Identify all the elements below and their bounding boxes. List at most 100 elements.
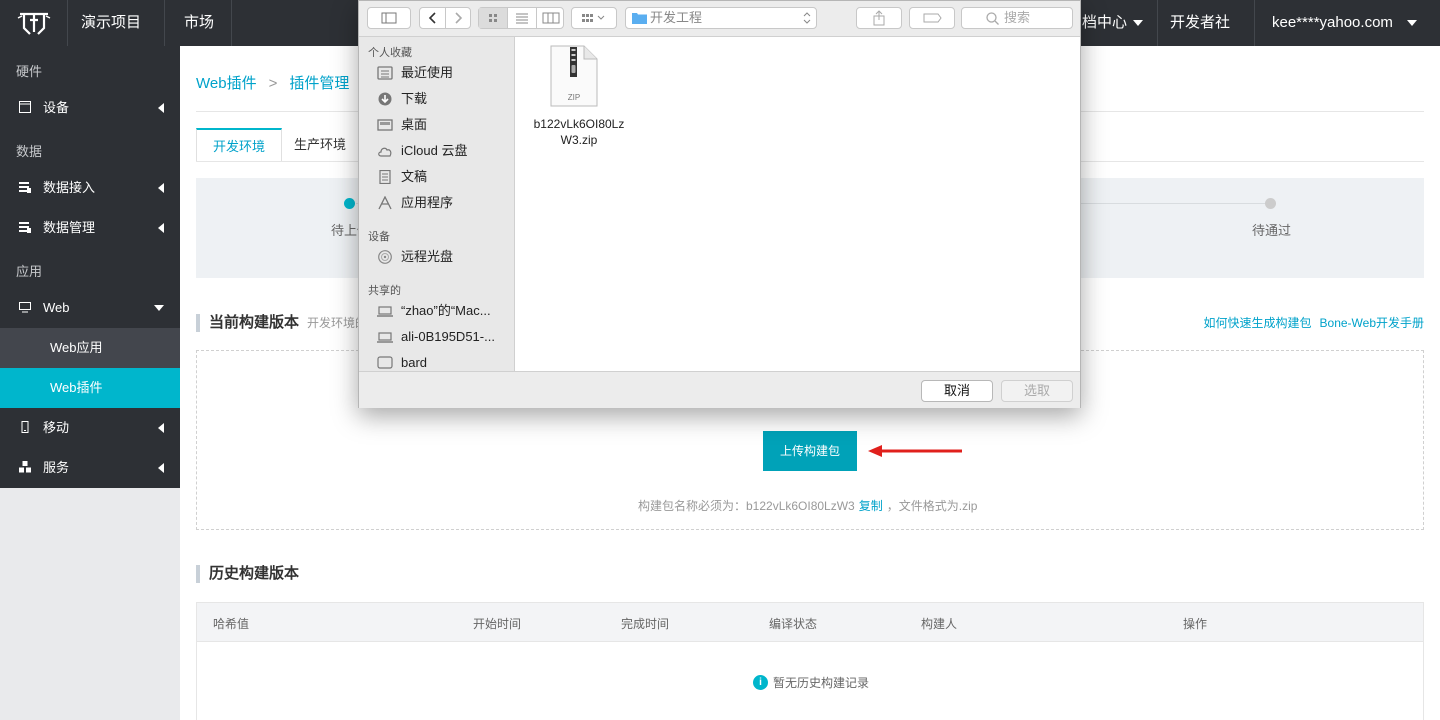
history-title: 历史构建版本	[196, 565, 299, 583]
sidebar-item-service[interactable]: 服务	[0, 448, 180, 488]
project-dropdown[interactable]: 演示项目	[69, 0, 165, 73]
brand-logo[interactable]	[0, 0, 68, 46]
breadcrumb-separator: >	[268, 75, 278, 92]
back-button[interactable]	[420, 8, 446, 28]
sidebar-item-label: 服务	[43, 460, 70, 475]
zip-file-item[interactable]: ZIP b122vLk6OI80Lz W3.zip	[515, 37, 645, 157]
sidebar-item-label: Web插件	[50, 380, 103, 395]
sidebar-footer	[0, 488, 180, 720]
download-icon	[378, 92, 392, 106]
view-mode-buttons	[478, 7, 564, 29]
sidebar-item-web-plugin[interactable]: Web插件	[0, 368, 180, 408]
help-link-build-package[interactable]: 如何快速生成构建包	[1204, 316, 1312, 330]
mobile-icon	[21, 421, 29, 433]
tab-dev-env[interactable]: 开发环境	[196, 128, 283, 162]
chevron-left-icon	[158, 463, 164, 473]
account-dropdown[interactable]: kee****yahoo.com	[1260, 0, 1440, 46]
sidebar-item-label: 移动	[43, 420, 70, 435]
market-label: 市场	[184, 14, 215, 31]
share-icon	[873, 10, 885, 26]
sidebar-item-data-access[interactable]: 数据接入	[0, 168, 180, 208]
laptop-icon	[377, 306, 393, 317]
zip-type-label: ZIP	[567, 93, 581, 102]
column-header-builder: 构建人	[921, 617, 958, 631]
display-icon	[377, 356, 393, 369]
sidebar-item-downloads[interactable]: 下载	[359, 88, 514, 110]
sidebar-item-web-app[interactable]: Web应用	[0, 328, 180, 368]
arrange-button[interactable]	[571, 7, 617, 29]
sidebar-item-data-manage[interactable]: 数据管理	[0, 208, 180, 248]
account-label: kee****yahoo.com	[1272, 14, 1393, 31]
sidebar-item-applications[interactable]: 应用程序	[359, 192, 514, 214]
sidebar-item-label: 数据接入	[43, 180, 96, 195]
info-icon: i	[753, 675, 768, 690]
sidebar-item-shared-ali[interactable]: ali-0B195D51-...	[359, 326, 514, 348]
file-name-line: W3.zip	[560, 133, 598, 147]
breadcrumb-item-plugin-manage[interactable]: 插件管理	[289, 75, 349, 92]
path-selector[interactable]: 开发工程	[625, 7, 817, 29]
chevron-left-icon	[158, 183, 164, 193]
choose-button[interactable]: 选取	[1001, 380, 1073, 402]
docs-label: 档中心	[1082, 14, 1128, 31]
sidebar-item-label: 最近使用	[401, 65, 454, 80]
device-icon	[19, 101, 31, 113]
sidebar-item-device[interactable]: 设备	[0, 88, 180, 128]
column-view-button[interactable]	[537, 8, 565, 28]
column-header-build-status: 编译状态	[769, 617, 818, 631]
chevron-right-icon	[455, 12, 463, 24]
sidebar-item-recents[interactable]: 最近使用	[359, 62, 514, 84]
dialog-sidebar: 个人收藏 最近使用 下载 桌面 iCloud 云盘 文稿 应用程序 设备 远程光…	[359, 37, 515, 371]
folder-icon	[632, 13, 647, 24]
sidebar-section-data: 数据	[16, 144, 43, 159]
list-view-button[interactable]	[508, 8, 537, 28]
upload-build-button[interactable]: 上传构建包	[763, 431, 857, 471]
sidebar-item-label: Web	[43, 300, 70, 315]
sidebar-item-label: Web应用	[50, 340, 103, 355]
sidebar-heading-shared: 共享的	[368, 285, 401, 297]
data-manage-icon	[19, 222, 31, 233]
history-table-body: i 暂无历史构建记录	[196, 642, 1424, 720]
laptop-icon	[377, 332, 393, 343]
search-input[interactable]: 搜索	[961, 7, 1073, 29]
icon-view-button[interactable]	[479, 8, 508, 28]
hint-prefix: 构建包名称必须为：b122vLk6OI80LzW3	[638, 499, 855, 513]
columns-icon	[542, 12, 560, 24]
tab-prod-env[interactable]: 生产环境	[278, 128, 362, 162]
sidebar-toggle-button[interactable]	[367, 7, 411, 29]
step-label-approved: 待通过	[1252, 223, 1292, 238]
forward-button[interactable]	[446, 8, 471, 28]
share-button[interactable]	[856, 7, 902, 29]
column-header-start-time: 开始时间	[473, 617, 522, 631]
sidebar-item-documents[interactable]: 文稿	[359, 166, 514, 188]
sidebar-item-label: 数据管理	[43, 220, 96, 235]
sidebar-heading-devices: 设备	[368, 231, 390, 243]
disc-icon	[378, 250, 392, 264]
chevron-down-icon	[1133, 20, 1144, 27]
copy-link[interactable]: 复制	[859, 499, 883, 513]
docs-dropdown[interactable]: 档中心	[1070, 0, 1158, 46]
updown-icon	[803, 12, 811, 24]
help-link-dev-manual[interactable]: Bone-Web开发手册	[1320, 316, 1424, 330]
file-open-dialog: 开发工程 搜索 个人收藏 最近使用 下载 桌面 iCloud 云盘 文稿 应用程…	[358, 0, 1081, 408]
tag-button[interactable]	[909, 7, 955, 29]
chevron-down-icon	[1406, 20, 1417, 27]
sidebar-item-desktop[interactable]: 桌面	[359, 114, 514, 136]
sidebar-item-icloud[interactable]: iCloud 云盘	[359, 140, 514, 162]
market-link[interactable]: 市场	[172, 0, 232, 46]
column-header-hash: 哈希值	[213, 617, 250, 631]
sidebar-item-mobile[interactable]: 移动	[0, 408, 180, 448]
community-link[interactable]: 开发者社区	[1158, 0, 1255, 77]
current-build-title: 当前构建版本 开发环境的	[196, 314, 367, 332]
sidebar-heading-favorites: 个人收藏	[368, 47, 412, 59]
dialog-footer: 取消 选取	[359, 371, 1080, 408]
chevron-down-icon	[154, 305, 164, 311]
sidebar-item-label: 文稿	[401, 169, 428, 184]
sidebar-item-web[interactable]: Web	[0, 288, 180, 328]
step-dot-final	[1265, 198, 1276, 209]
breadcrumb-item-web-plugin[interactable]: Web插件	[196, 75, 257, 92]
sidebar-item-shared-mac[interactable]: “zhao”的“Mac...	[359, 300, 514, 322]
desktop-icon	[377, 119, 393, 131]
search-placeholder: 搜索	[1004, 10, 1031, 25]
cancel-button[interactable]: 取消	[921, 380, 993, 402]
sidebar-item-remote-disc[interactable]: 远程光盘	[359, 246, 514, 268]
